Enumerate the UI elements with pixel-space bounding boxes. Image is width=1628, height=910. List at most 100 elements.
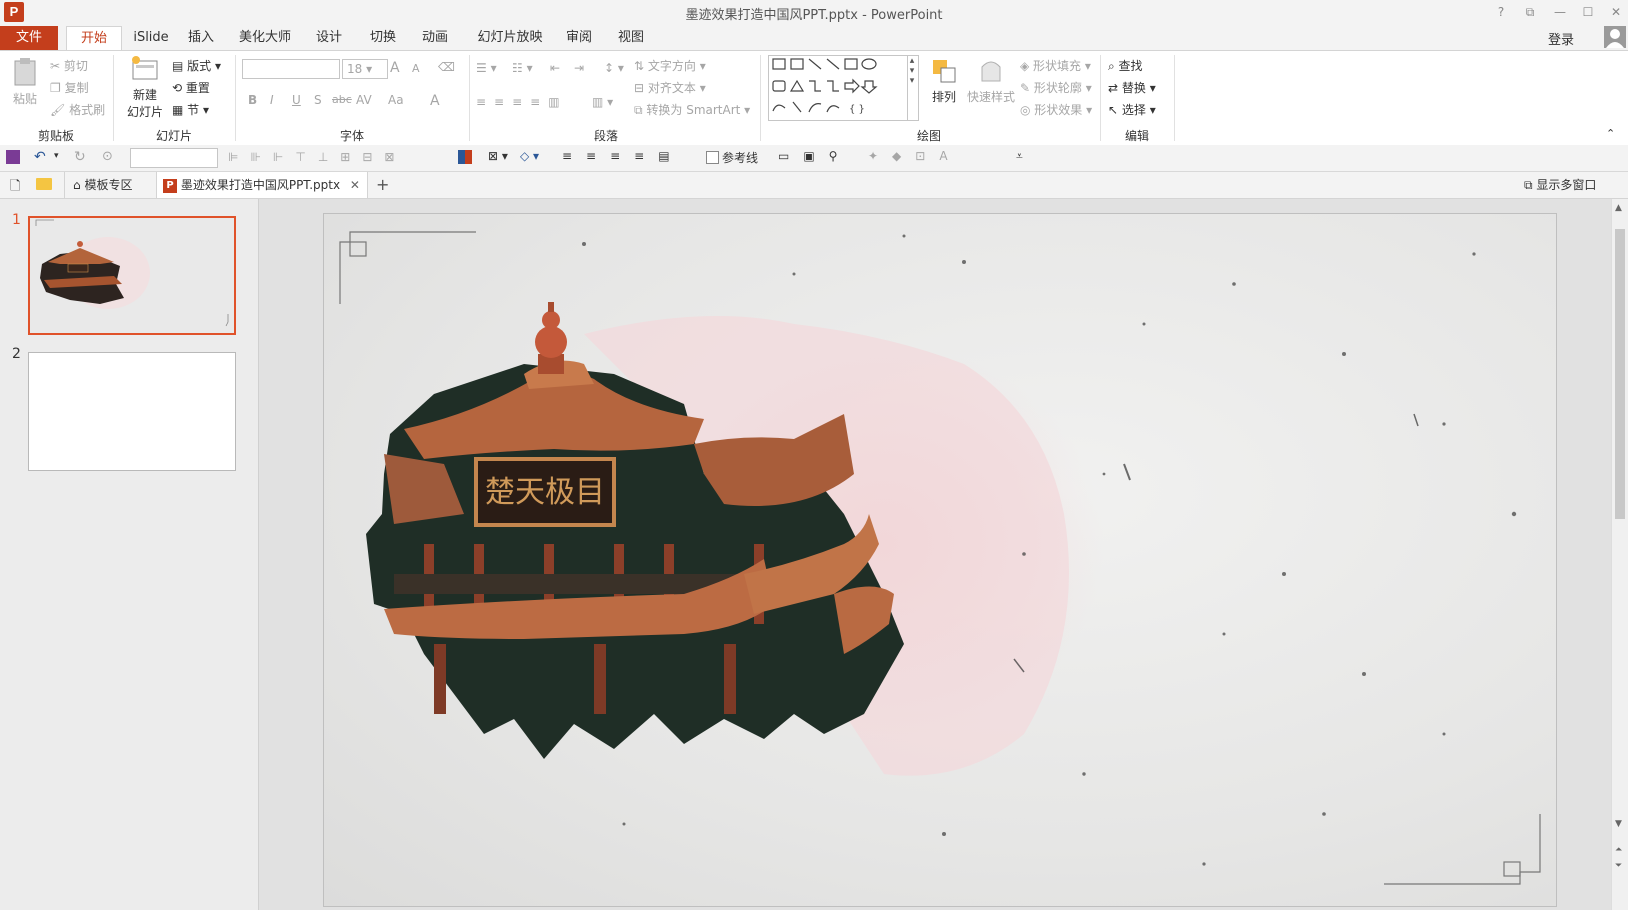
pencil-icon: ✎ (1020, 81, 1034, 95)
alignment-icons[interactable]: ≡≡≡≡▥ (476, 95, 568, 109)
italic-button[interactable]: I (270, 93, 274, 107)
convert-smartart-button[interactable]: ⧉ 转换为 SmartArt ▾ (634, 101, 750, 118)
format-painter-button[interactable]: 🖌 格式刷 (50, 101, 105, 118)
undo-dropdown-icon[interactable]: ▾ (54, 151, 59, 161)
color-icon[interactable] (458, 150, 472, 164)
clipboard-group-label: 剪贴板 (37, 129, 74, 143)
copy-button[interactable]: ❐ 复制 (50, 79, 89, 96)
slide-thumbnail-1[interactable] (28, 216, 236, 335)
text-box-icons[interactable]: ▭▣⚲ (778, 149, 851, 163)
bold-button[interactable]: B (248, 93, 257, 107)
new-slide-button[interactable]: 新建 幻灯片 (120, 55, 170, 120)
avatar[interactable] (1604, 26, 1626, 48)
paste-button[interactable]: 粘贴 (8, 57, 42, 107)
new-tab-button[interactable]: + (376, 172, 389, 198)
select-button[interactable]: ↖ 选择 ▾ (1108, 101, 1156, 118)
presentation-icon[interactable]: ⊙ (102, 149, 113, 164)
tab-islide[interactable]: iSlide (124, 26, 178, 50)
shapes-gallery-scroll[interactable]: ▴ ▾ ▾ (906, 55, 919, 121)
slide-thumbnail-2[interactable] (28, 352, 236, 471)
increase-indent-icon[interactable]: ⇥ (574, 61, 584, 75)
home-icon: ⌂ (73, 178, 81, 192)
redo-icon[interactable]: ↻ (74, 149, 86, 165)
help-button[interactable]: ? (1489, 3, 1513, 21)
bullets-button[interactable]: ☰ ▾ (476, 61, 497, 75)
shape-icon[interactable]: ◇ ▾ (520, 149, 539, 163)
reset-button[interactable]: ⟲ 重置 (172, 79, 210, 96)
multi-window-button[interactable]: ⧉ 显示多窗口 (1524, 172, 1596, 198)
shape-outline-button[interactable]: ✎ 形状轮廓 ▾ (1020, 79, 1092, 96)
tab-view[interactable]: 视图 (606, 26, 656, 50)
cut-button[interactable]: ✂ 剪切 (50, 57, 88, 74)
strikethrough-button[interactable]: abc (332, 93, 352, 106)
tab-document[interactable]: P 墨迹效果打造中国风PPT.pptx ✕ (156, 172, 368, 198)
save-icon[interactable] (6, 150, 20, 164)
decrease-indent-icon[interactable]: ⇤ (550, 61, 560, 75)
underline-button[interactable]: U (292, 93, 301, 107)
align-tools-icons[interactable]: ⊫⊪⊩⊤⊥⊞⊟⊠ (228, 150, 406, 164)
maximize-button[interactable]: ☐ (1576, 3, 1600, 21)
replace-button[interactable]: ⇄ 替换 ▾ (1108, 79, 1156, 96)
minimize-button[interactable]: — (1548, 3, 1572, 21)
arrange-button[interactable]: 排列 (924, 57, 964, 105)
scroll-down-icon[interactable]: ▼ (1615, 819, 1622, 829)
layout-button[interactable]: ▤ 版式 ▾ (172, 57, 221, 74)
effects-icon: ◎ (1020, 103, 1035, 117)
close-tab-icon[interactable]: ✕ (350, 178, 360, 192)
tab-design[interactable]: 设计 (304, 26, 354, 50)
tab-review[interactable]: 审阅 (554, 26, 604, 50)
tab-template-zone[interactable]: ⌂ 模板专区 (64, 172, 155, 198)
shape-effects-button[interactable]: ◎ 形状效果 ▾ (1020, 101, 1092, 118)
slide-canvas[interactable]: 楚天极目 (323, 213, 1557, 907)
pavilion-finial (535, 302, 567, 374)
undo-icon[interactable]: ↶ (34, 149, 46, 165)
character-spacing-button[interactable]: AV (356, 93, 372, 107)
arrange-icon (933, 60, 956, 83)
columns-icon: ▥ (592, 95, 604, 109)
columns-button[interactable]: ▥ ▾ (592, 95, 613, 109)
grow-font-button[interactable]: A (390, 60, 400, 76)
misc-tools-icons[interactable]: ✦◆⊡A (868, 149, 962, 163)
tab-animations[interactable]: 动画 (410, 26, 460, 50)
numbering-button[interactable]: ☷ ▾ (512, 61, 533, 75)
previous-slide-icon[interactable]: ⏶ (1615, 845, 1622, 855)
tab-transitions[interactable]: 切换 (358, 26, 408, 50)
tab-slideshow[interactable]: 幻灯片放映 (470, 26, 550, 50)
scroll-up-icon[interactable]: ▲ (1615, 203, 1622, 213)
text-direction-button[interactable]: ⇅ 文字方向 ▾ (634, 57, 706, 74)
close-button[interactable]: ✕ (1604, 3, 1628, 21)
scroll-thumb[interactable] (1615, 229, 1625, 519)
shrink-font-button[interactable]: A (412, 62, 420, 75)
line-spacing-button[interactable]: ↕ ▾ (604, 61, 624, 75)
shapes-gallery[interactable]: { } (768, 55, 908, 121)
change-case-button[interactable]: Aa (388, 93, 404, 107)
customize-qat-icon[interactable]: ⩡ (1016, 149, 1023, 164)
tab-beautify-master[interactable]: 美化大师 (232, 26, 298, 50)
quick-styles-button[interactable]: 快速样式 (966, 57, 1016, 105)
shape-fill-button[interactable]: ◈ 形状填充 ▾ (1020, 57, 1091, 74)
line-spacing-icon: ↕ (604, 61, 615, 75)
find-button[interactable]: ⌕ 查找 (1108, 57, 1143, 74)
next-slide-icon[interactable]: ⏷ (1615, 861, 1622, 871)
shadow-button[interactable]: S (314, 93, 322, 107)
login-link[interactable]: 登录 (1548, 29, 1574, 48)
font-size-combo[interactable]: 18 ▾ (342, 59, 388, 79)
folder-icon[interactable] (36, 178, 52, 190)
crop-icon[interactable]: ⊠ ▾ (488, 149, 508, 163)
new-document-icon[interactable]: 🗋 (10, 177, 20, 199)
qat-combo[interactable] (130, 148, 218, 168)
ribbon-display-options-button[interactable]: ⧉ (1518, 3, 1542, 21)
align-text-button[interactable]: ⊟ 对齐文本 ▾ (634, 79, 706, 96)
tab-home[interactable]: 开始 (66, 26, 122, 51)
clear-format-icon[interactable]: ⌫ (438, 60, 455, 74)
vertical-scrollbar[interactable]: ▲ ▼ ⏶ ⏷ (1611, 199, 1628, 910)
font-name-combo[interactable] (242, 59, 340, 79)
font-color-button[interactable]: A (430, 93, 440, 109)
guides-checkbox[interactable] (706, 151, 719, 164)
tab-insert[interactable]: 插入 (176, 26, 226, 50)
collapse-ribbon-icon[interactable]: ⌃ (1606, 127, 1615, 140)
paste-icon (14, 58, 36, 86)
section-button[interactable]: ▦ 节 ▾ (172, 101, 209, 118)
tab-file[interactable]: 文件 (0, 26, 58, 50)
text-align-icons[interactable]: ≡≡≡≡▤ (562, 149, 684, 163)
